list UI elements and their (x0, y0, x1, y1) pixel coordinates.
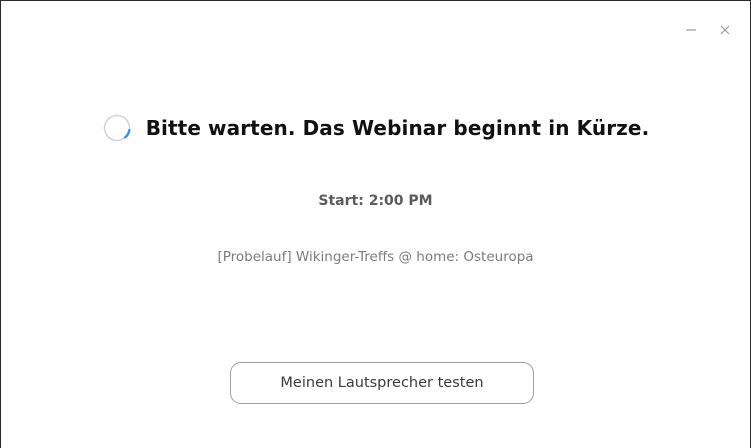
waiting-message: Bitte warten. Das Webinar beginnt in Kür… (145, 116, 650, 140)
minimize-icon[interactable] (684, 23, 698, 37)
loading-spinner-icon (103, 114, 131, 142)
test-speaker-button[interactable]: Meinen Lautsprecher testen (230, 362, 534, 404)
close-icon[interactable] (718, 23, 732, 37)
event-title: [Probelauf] Wikinger-Treffs @ home: Oste… (217, 249, 534, 265)
waiting-message-row: Bitte warten. Das Webinar beginnt in Kür… (1, 113, 750, 143)
webinar-waiting-window: Bitte warten. Das Webinar beginnt in Kür… (0, 0, 751, 448)
window-controls (684, 23, 732, 37)
start-time: Start: 2:00 PM (318, 193, 433, 209)
